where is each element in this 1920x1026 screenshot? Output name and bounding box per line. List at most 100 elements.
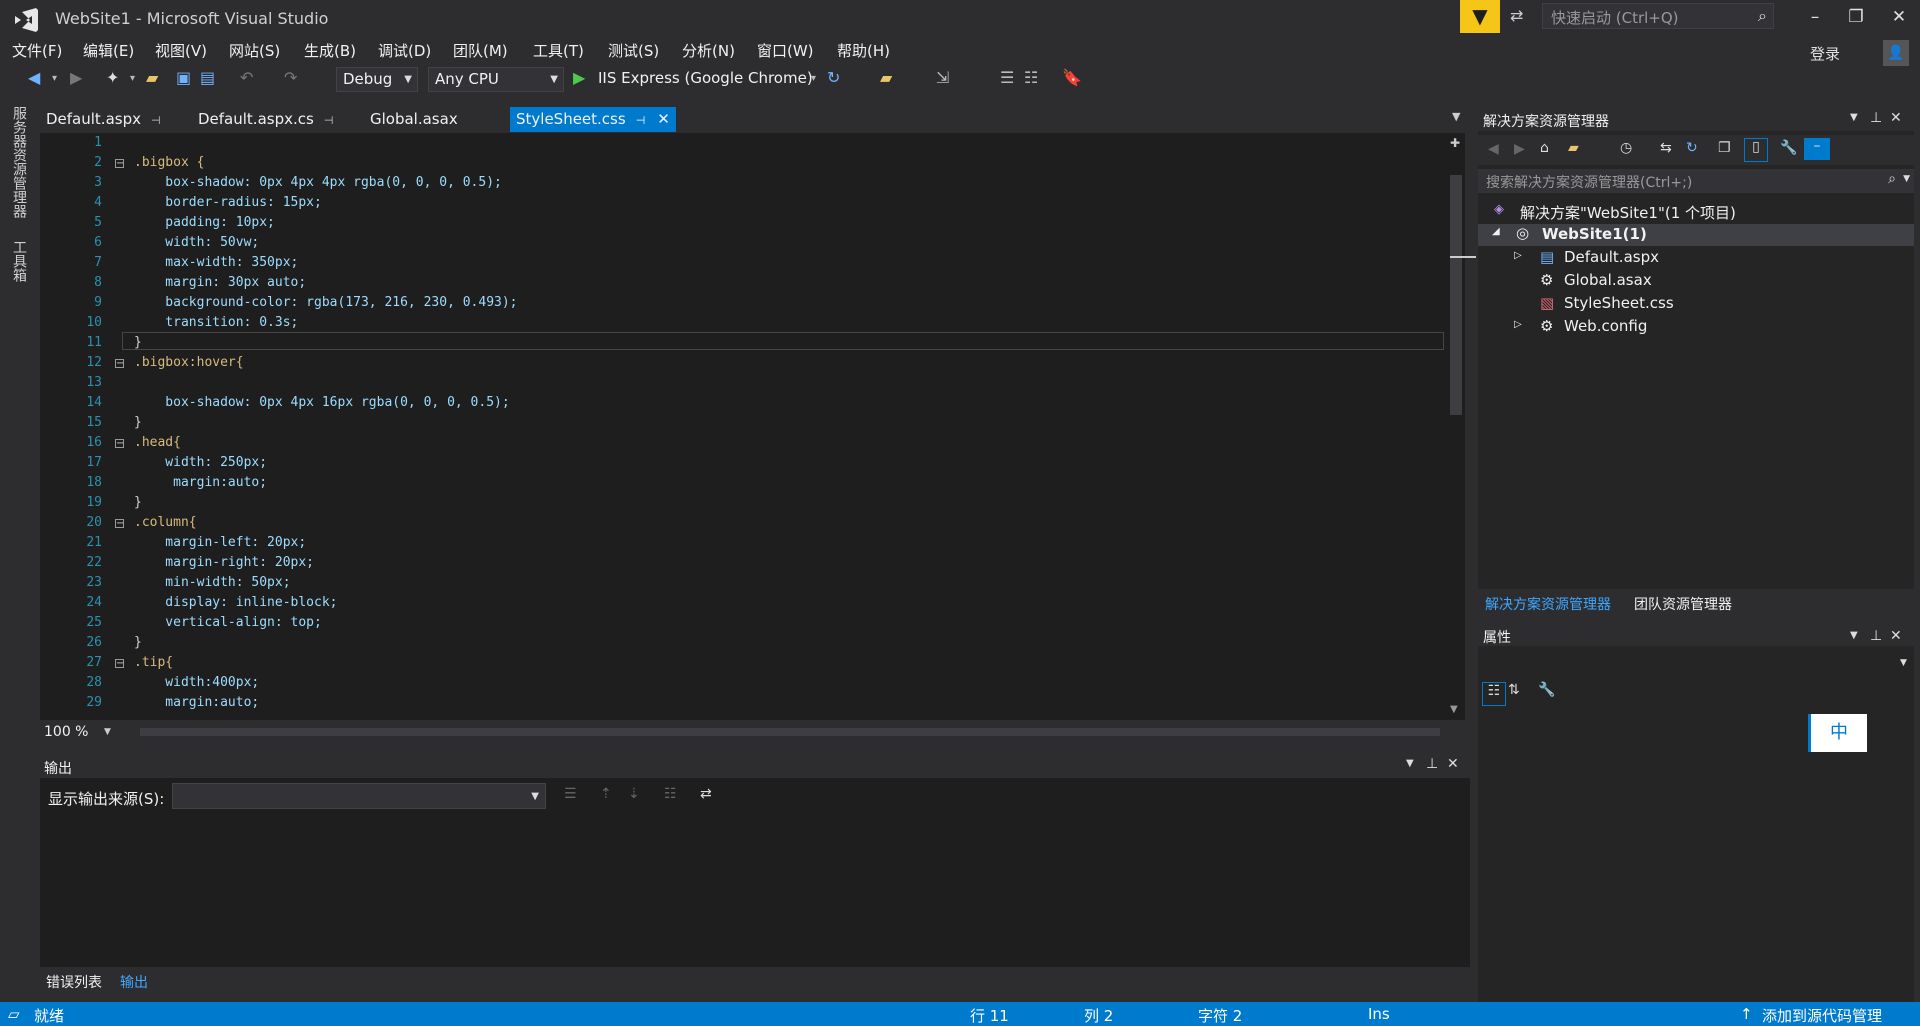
properties-wrench-icon[interactable]: 🔧 <box>1780 140 1797 156</box>
redo-icon[interactable]: ↷ <box>284 68 297 87</box>
collapse-region-icon[interactable]: − <box>115 159 124 169</box>
toggle-word-wrap-icon[interactable]: ⇄ <box>700 786 712 802</box>
split-editor-icon[interactable]: ✚ <box>1450 136 1460 150</box>
forward-icon[interactable]: ▶ <box>1514 141 1525 157</box>
save-icon[interactable]: ▣ <box>176 68 191 87</box>
quick-launch-input[interactable]: 快速启动 (Ctrl+Q) ⌕ <box>1542 3 1774 29</box>
clear-all-icon[interactable]: ☷ <box>664 786 677 802</box>
tab-error-list[interactable]: 错误列表 <box>46 972 102 992</box>
menu-test[interactable]: 测试(S) <box>608 40 659 61</box>
close-icon[interactable]: ✕ <box>1890 110 1902 126</box>
forward-icon[interactable]: ▶ <box>70 68 82 87</box>
solution-node[interactable]: 解决方案"WebSite1"(1 个项目) <box>1520 202 1736 223</box>
back-icon[interactable]: ◀ <box>1488 141 1499 157</box>
categorized-icon[interactable]: ☷ <box>1482 682 1506 706</box>
play-icon[interactable]: ▶ <box>573 68 585 87</box>
scroll-down-icon[interactable]: ▼ <box>1450 704 1458 715</box>
menu-window[interactable]: 窗口(W) <box>757 40 814 61</box>
login-link[interactable]: 登录 <box>1810 43 1840 64</box>
collapsed-arrow-icon[interactable]: ▷ <box>1514 250 1522 261</box>
bookmark-icon[interactable]: 🔖 <box>1062 68 1082 87</box>
close-window-button[interactable]: ✕ <box>1884 4 1914 30</box>
window-position-icon[interactable]: ▼ <box>1850 112 1858 123</box>
menu-help[interactable]: 帮助(H) <box>837 40 890 61</box>
add-to-source-control-button[interactable]: 添加到源代码管理 <box>1762 1005 1882 1026</box>
close-tab-icon[interactable]: ✕ <box>657 110 670 128</box>
new-project-icon[interactable]: ✦ <box>106 68 119 87</box>
ime-indicator[interactable]: 中 <box>1808 714 1867 752</box>
search-icon[interactable]: ⌕ <box>1888 171 1896 187</box>
sync-icon[interactable]: ⇆ <box>1660 140 1672 156</box>
output-source-select[interactable]: ▼ <box>172 783 546 809</box>
pin-icon[interactable]: ⊣ <box>324 114 334 127</box>
refresh-icon[interactable]: ↻ <box>1686 140 1698 156</box>
menu-build[interactable]: 生成(B) <box>304 40 356 61</box>
collapse-region-icon[interactable]: − <box>115 659 124 669</box>
indent-icon[interactable]: ☰ <box>1000 68 1014 87</box>
window-position-icon[interactable]: ▼ <box>1406 758 1414 769</box>
property-pages-icon[interactable]: 🔧 <box>1538 682 1555 698</box>
preview-selected-icon[interactable]: – <box>1804 138 1830 160</box>
zoom-dropdown-icon[interactable]: ▼ <box>104 727 111 737</box>
expanded-arrow-icon[interactable]: ◢ <box>1492 226 1500 237</box>
pin-icon[interactable]: ⊥ <box>1870 110 1882 126</box>
browser-link-icon[interactable]: ▰ <box>880 68 892 87</box>
user-avatar-icon[interactable]: 👤 <box>1883 40 1909 66</box>
menu-tools[interactable]: 工具(T) <box>533 40 584 61</box>
notification-filter-icon[interactable]: ▼ <box>1460 0 1500 33</box>
pin-icon[interactable]: ⊣ <box>151 114 161 127</box>
outdent-icon[interactable]: ☷ <box>1024 68 1038 87</box>
pin-icon[interactable]: ⊥ <box>1870 628 1882 644</box>
menu-file[interactable]: 文件(F) <box>12 40 62 61</box>
toolbox-tab[interactable]: 工具箱 <box>9 240 29 282</box>
scrollbar-thumb[interactable] <box>1450 175 1462 415</box>
tab-default-aspx-cs[interactable]: Default.aspx.cs ⊣ <box>198 107 333 132</box>
upload-arrow-icon[interactable]: ↑ <box>1740 1005 1753 1023</box>
minimize-button[interactable]: – <box>1800 4 1830 30</box>
object-dropdown-icon[interactable]: ▼ <box>1900 658 1907 668</box>
platform-select[interactable]: Any CPU ▼ <box>428 67 564 92</box>
collapse-all-icon[interactable]: ❐ <box>1718 140 1731 156</box>
collapse-region-icon[interactable]: − <box>115 519 124 529</box>
tab-output[interactable]: 输出 <box>120 972 148 992</box>
menu-team[interactable]: 团队(M) <box>453 40 508 61</box>
back-dropdown-icon[interactable]: ▾ <box>52 73 57 84</box>
menu-edit[interactable]: 编辑(E) <box>83 40 134 61</box>
editor-horizontal-scrollbar[interactable] <box>140 728 1440 736</box>
menu-analyze[interactable]: 分析(N) <box>682 40 735 61</box>
restore-button[interactable]: ❐ <box>1841 4 1871 30</box>
home-icon[interactable]: ⌂ <box>1540 140 1549 156</box>
save-all-icon[interactable]: ▤ <box>200 68 215 87</box>
window-position-icon[interactable]: ▼ <box>1850 630 1858 641</box>
close-icon[interactable]: ✕ <box>1447 756 1459 772</box>
open-folder-icon[interactable]: ▰ <box>146 68 158 87</box>
tree-item-global-asax[interactable]: Global.asax <box>1564 271 1652 289</box>
tab-global-asax[interactable]: Global.asax <box>370 107 458 132</box>
previous-message-icon[interactable]: ⇡ <box>600 786 612 802</box>
chevron-down-icon[interactable]: ▼ <box>1903 174 1910 184</box>
menu-website[interactable]: 网站(S) <box>229 40 280 61</box>
solution-search-input[interactable]: 搜索解决方案资源管理器(Ctrl+;) ⌕ ▼ <box>1478 169 1914 193</box>
search-icon[interactable]: ⌕ <box>1758 6 1767 26</box>
next-message-icon[interactable]: ⇣ <box>628 786 640 802</box>
new-dropdown-icon[interactable]: ▾ <box>130 73 135 84</box>
undo-icon[interactable]: ↶ <box>240 68 253 87</box>
tab-default-aspx[interactable]: Default.aspx ⊣ <box>46 107 161 132</box>
project-node[interactable]: WebSite1(1) <box>1542 225 1647 243</box>
step-into-icon[interactable]: ⇲ <box>936 68 949 87</box>
menu-debug[interactable]: 调试(D) <box>378 40 431 61</box>
show-all-files-icon[interactable]: ▯ <box>1744 138 1768 162</box>
collapse-region-icon[interactable]: − <box>115 439 124 449</box>
tab-stylesheet-css[interactable]: StyleSheet.css ⊣ ✕ <box>510 107 676 132</box>
pin-icon[interactable]: ⊣ <box>636 114 646 127</box>
close-icon[interactable]: ✕ <box>1890 628 1902 644</box>
alphabetical-icon[interactable]: ⇅ <box>1508 682 1520 698</box>
tab-team-explorer[interactable]: 团队资源管理器 <box>1634 594 1732 614</box>
tree-item-stylesheet-css[interactable]: StyleSheet.css <box>1564 294 1674 312</box>
refresh-icon[interactable]: ↻ <box>827 68 840 87</box>
tab-overflow-icon[interactable]: ▼ <box>1452 110 1460 123</box>
collapsed-arrow-icon[interactable]: ▷ <box>1514 319 1522 330</box>
run-target-dropdown-icon[interactable]: ▾ <box>811 73 816 84</box>
back-icon[interactable]: ◀ <box>28 68 40 87</box>
tree-item-web-config[interactable]: Web.config <box>1564 317 1647 335</box>
